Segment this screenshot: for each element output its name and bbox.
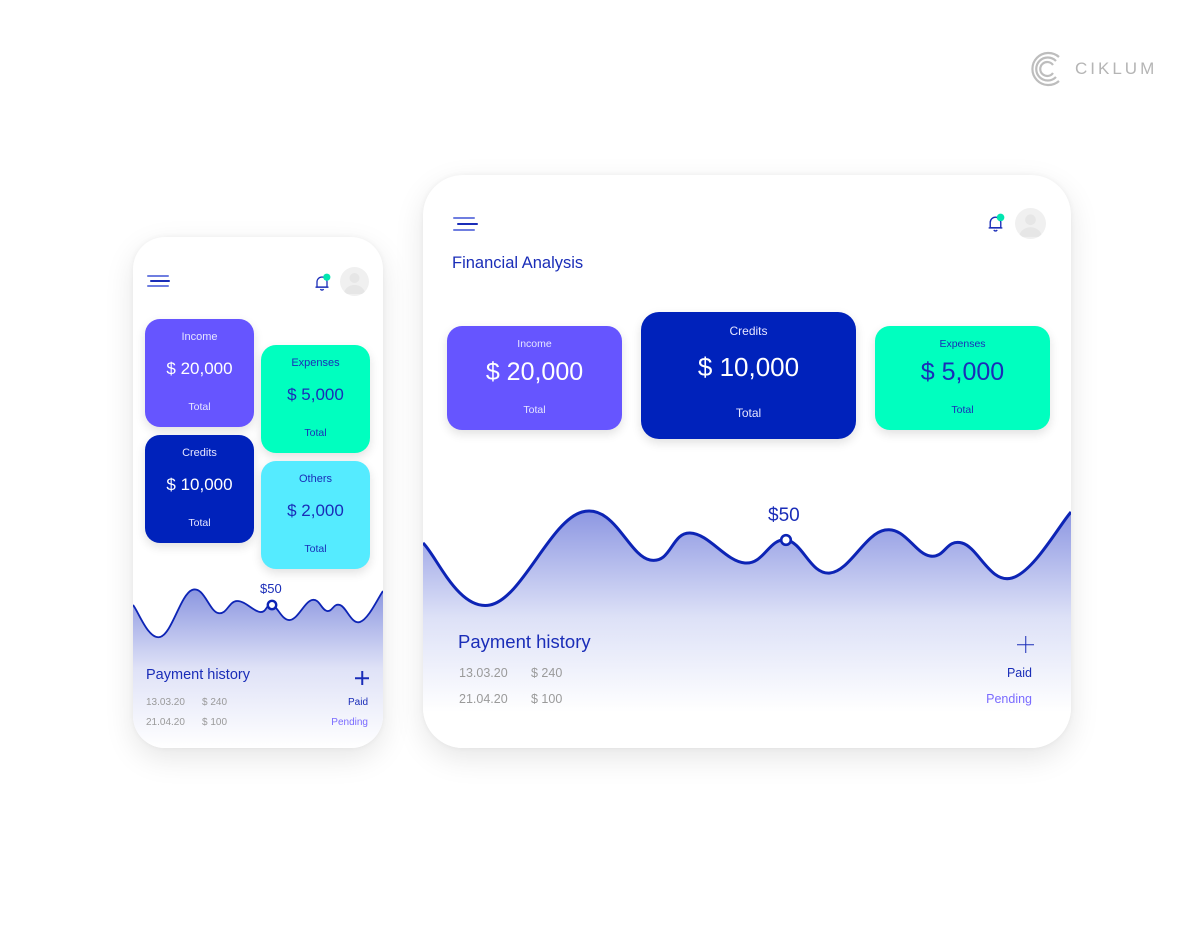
card-value: $ 10,000 [697,352,800,382]
card-footer: Total [523,404,546,416]
chart-highlight-point[interactable] [779,533,793,547]
payment-amount: $ 240 [202,696,228,708]
brand-name: CIKLUM [1075,59,1158,78]
bell-icon[interactable] [987,213,1005,233]
plus-icon[interactable] [1017,636,1034,653]
payment-date: 21.04.20 [459,692,508,706]
payment-amount: $ 100 [202,716,228,728]
notification-dot [996,213,1005,222]
card-label: Income [517,338,552,350]
chart-highlight-label: $50 [260,581,282,596]
others-card[interactable]: Others $ 2,000 Total [261,461,370,569]
payment-status: Paid [347,696,368,708]
bell-icon[interactable] [314,273,331,292]
user-avatar-icon[interactable] [1015,208,1046,239]
card-label: Others [298,473,332,485]
card-label: Expenses [291,357,340,369]
card-value: $ 5,000 [287,385,344,404]
card-value: $ 20,000 [485,358,584,386]
card-footer: Total [304,543,327,555]
card-footer: Total [188,401,211,413]
income-card[interactable]: Income $ 20,000 Total [447,326,622,430]
card-label: Credits [729,324,768,338]
page-title: Financial Analysis [452,254,584,272]
card-value: $ 20,000 [166,359,233,378]
card-footer: Total [304,427,327,439]
payment-row[interactable]: 13.03.20 $ 240 Paid [146,695,368,709]
card-label: Expenses [939,338,986,350]
income-card[interactable]: Income $ 20,000 Total [145,319,254,427]
payment-status: Paid [1006,666,1032,680]
brand-logo: CIKLUM [1029,51,1157,87]
hamburger-menu-icon[interactable] [147,275,171,289]
expenses-card[interactable]: Expenses $ 5,000 Total [875,326,1050,430]
payment-status: Pending [986,692,1032,706]
chart-area [423,510,1071,748]
card-value: $ 5,000 [920,358,1005,386]
balance-chart [423,500,1071,748]
card-footer: Total [188,517,211,529]
tablet-mockup: Financial Analysis Income $ 20,000 Total… [423,175,1071,748]
phone-mockup: Income $ 20,000 Total Expenses $ 5,000 T… [133,237,383,748]
credits-card[interactable]: Credits $ 10,000 Total [145,435,254,543]
card-footer: Total [735,406,762,420]
card-footer: Total [951,404,974,416]
payment-row[interactable]: 21.04.20 $ 100 Pending [459,691,1032,707]
credits-card[interactable]: Credits $ 10,000 Total [641,312,856,439]
payment-amount: $ 100 [531,692,563,706]
card-label: Credits [182,447,217,459]
plus-icon[interactable] [355,671,369,685]
notification-dot [323,273,331,281]
chart-highlight-point[interactable] [266,599,278,611]
expenses-card[interactable]: Expenses $ 5,000 Total [261,345,370,453]
card-label: Income [181,331,218,343]
card-value: $ 10,000 [166,475,233,494]
payment-row[interactable]: 13.03.20 $ 240 Paid [459,665,1032,681]
payment-row[interactable]: 21.04.20 $ 100 Pending [146,715,368,729]
hamburger-menu-icon[interactable] [453,217,479,232]
user-avatar-icon[interactable] [340,267,369,296]
chart-highlight-label: $50 [768,505,800,526]
payment-history-title: Payment history [458,631,591,652]
ciklum-logo-icon [1031,51,1060,87]
payment-date: 13.03.20 [146,696,185,708]
payment-amount: $ 240 [531,666,563,680]
payment-status: Pending [331,716,368,728]
payment-date: 21.04.20 [146,716,185,728]
payment-history-title: Payment history [146,667,250,683]
payment-date: 13.03.20 [459,666,508,680]
card-value: $ 2,000 [287,501,344,520]
